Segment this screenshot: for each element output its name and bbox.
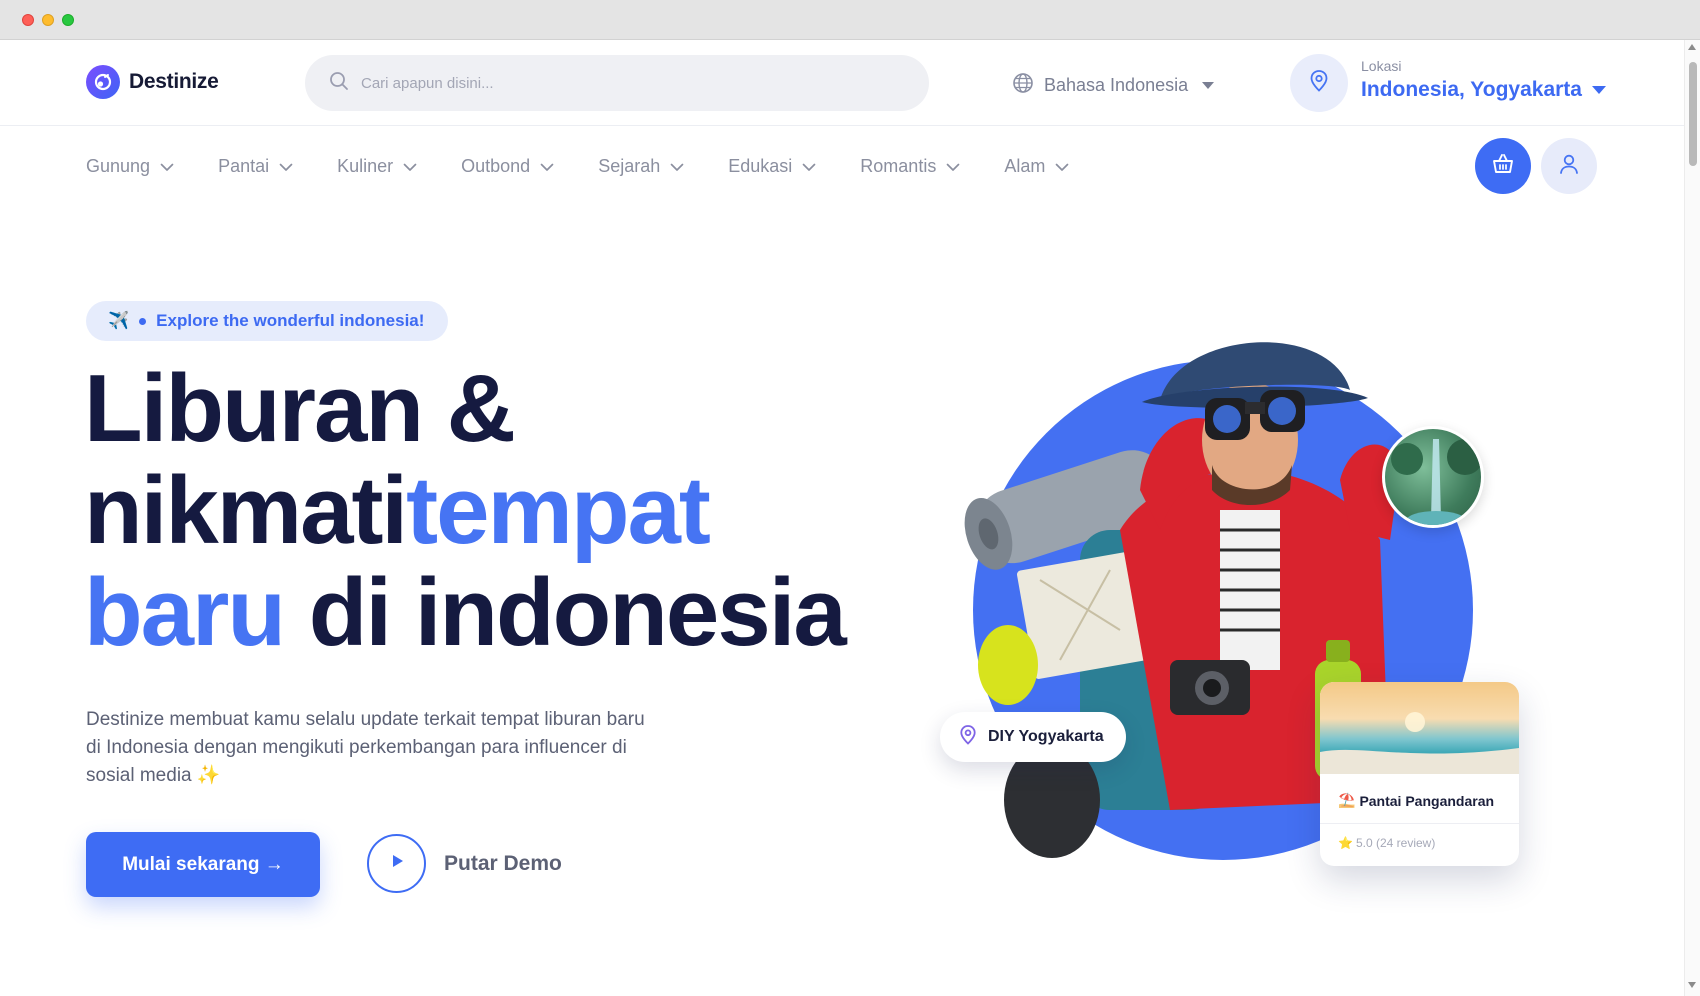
nav-item-label: Pantai <box>218 156 270 176</box>
headline-line-1: Liburan & <box>84 355 516 462</box>
nav-item-outbond[interactable]: Outbond <box>461 156 554 177</box>
nav-item-label: Alam <box>1004 156 1046 176</box>
nav-item-label: Romantis <box>860 156 937 176</box>
search-bar[interactable] <box>305 55 929 111</box>
chevron-down-icon <box>802 163 816 171</box>
nav-item-label: Sejarah <box>598 156 661 176</box>
scroll-up-arrow-icon[interactable] <box>1688 44 1696 50</box>
nav-item-label: Gunung <box>86 156 151 176</box>
window-titlebar <box>0 0 1700 40</box>
brand-logo[interactable]: Destinize <box>86 65 219 99</box>
chevron-down-icon <box>540 163 554 171</box>
headline-line-3-blue: baru <box>84 559 286 666</box>
nav-item-label: Kuliner <box>337 156 394 176</box>
play-icon <box>388 852 406 875</box>
logo-icon <box>86 65 120 99</box>
brand-name: Destinize <box>129 70 219 93</box>
scroll-down-arrow-icon[interactable] <box>1688 982 1696 988</box>
chevron-down-icon <box>279 163 293 171</box>
badge-dot <box>139 317 147 325</box>
user-icon <box>1557 152 1581 181</box>
search-icon <box>329 71 349 96</box>
chevron-down-icon <box>946 163 960 171</box>
nav-item-alam[interactable]: Alam <box>1004 156 1069 177</box>
hero-headline: Liburan & nikmatitempat baru di indonesi… <box>84 355 847 666</box>
destination-rating: ⭐ 5.0 (24 review) <box>1320 824 1519 850</box>
nav-item-label: Outbond <box>461 156 531 176</box>
chevron-down-icon <box>670 163 684 171</box>
rating-text: 5.0 (24 review) <box>1355 836 1436 850</box>
language-selector[interactable]: Bahasa Indonesia <box>1012 72 1215 99</box>
minimize-window-button[interactable] <box>42 14 54 26</box>
site-header: Destinize Bahasa Indonesia Lokasi Indone… <box>0 40 1684 126</box>
badge-text: Explore the wonderful indonesia! <box>156 311 425 330</box>
location-selector[interactable]: Lokasi Indonesia, Yogyakarta <box>1361 58 1606 102</box>
beach-photo <box>1320 682 1519 774</box>
chevron-down-icon <box>403 163 417 171</box>
nav-item-sejarah[interactable]: Sejarah <box>598 156 684 177</box>
sparkles-icon: ✨ <box>196 765 221 786</box>
scrollbar-thumb[interactable] <box>1689 62 1697 166</box>
profile-button[interactable] <box>1541 138 1597 194</box>
location-button[interactable] <box>1290 54 1348 112</box>
basket-icon <box>1491 152 1515 181</box>
headline-line-2-dark: nikmati <box>84 457 408 564</box>
chevron-down-icon <box>160 163 174 171</box>
play-demo-label: Putar Demo <box>444 851 562 875</box>
chevron-down-icon <box>1055 163 1069 171</box>
airplane-icon: ✈️ <box>108 311 130 330</box>
destination-title: ⛱️ Pantai Pangandaran <box>1320 774 1519 809</box>
location-value: Indonesia, Yogyakarta <box>1361 78 1582 101</box>
start-now-button[interactable]: Mulai sekarang → <box>86 832 320 897</box>
headline-line-3-dark: di indonesia <box>284 559 847 666</box>
nav-item-edukasi[interactable]: Edukasi <box>728 156 816 177</box>
description-text: Destinize membuat kamu selalu update ter… <box>86 709 645 786</box>
location-pin-icon <box>1308 69 1330 98</box>
location-tag: DIY Yogyakarta <box>940 712 1126 762</box>
star-icon: ⭐ <box>1338 836 1353 850</box>
destination-card[interactable]: ⛱️ Pantai Pangandaran ⭐ 5.0 (24 review) <box>1320 682 1519 866</box>
headline-line-2-blue: tempat <box>406 457 711 564</box>
location-pin-icon <box>958 724 978 751</box>
category-nav: Gunung Pantai Kuliner Outbond Sejarah Ed… <box>86 156 1113 177</box>
chevron-down-icon <box>1202 82 1215 89</box>
location-label: Lokasi <box>1361 58 1402 74</box>
play-button[interactable] <box>367 834 426 893</box>
hero-illustration: DIY Yogyakarta ⛱️ Pantai Pangandaran ⭐ 5… <box>920 330 1560 890</box>
waterfall-thumbnail <box>1382 426 1484 528</box>
nav-item-romantis[interactable]: Romantis <box>860 156 960 177</box>
nav-item-kuliner[interactable]: Kuliner <box>337 156 417 177</box>
maximize-window-button[interactable] <box>62 14 74 26</box>
search-input[interactable] <box>361 74 881 92</box>
globe-icon <box>1012 72 1034 99</box>
chevron-down-icon <box>1591 86 1606 94</box>
nav-item-pantai[interactable]: Pantai <box>218 156 293 177</box>
nav-item-label: Edukasi <box>728 156 793 176</box>
location-tag-label: DIY Yogyakarta <box>988 728 1104 745</box>
language-label: Bahasa Indonesia <box>1044 75 1189 95</box>
beach-umbrella-icon: ⛱️ <box>1338 792 1356 808</box>
cart-button[interactable] <box>1475 138 1531 194</box>
play-demo-button[interactable]: Putar Demo <box>367 834 562 893</box>
hero-badge: ✈️ Explore the wonderful indonesia! <box>86 301 449 341</box>
nav-item-gunung[interactable]: Gunung <box>86 156 174 177</box>
destination-name: Pantai Pangandaran <box>1359 792 1495 809</box>
close-window-button[interactable] <box>22 14 34 26</box>
hero-description: Destinize membuat kamu selalu update ter… <box>86 706 646 790</box>
vertical-scrollbar[interactable] <box>1684 40 1700 996</box>
